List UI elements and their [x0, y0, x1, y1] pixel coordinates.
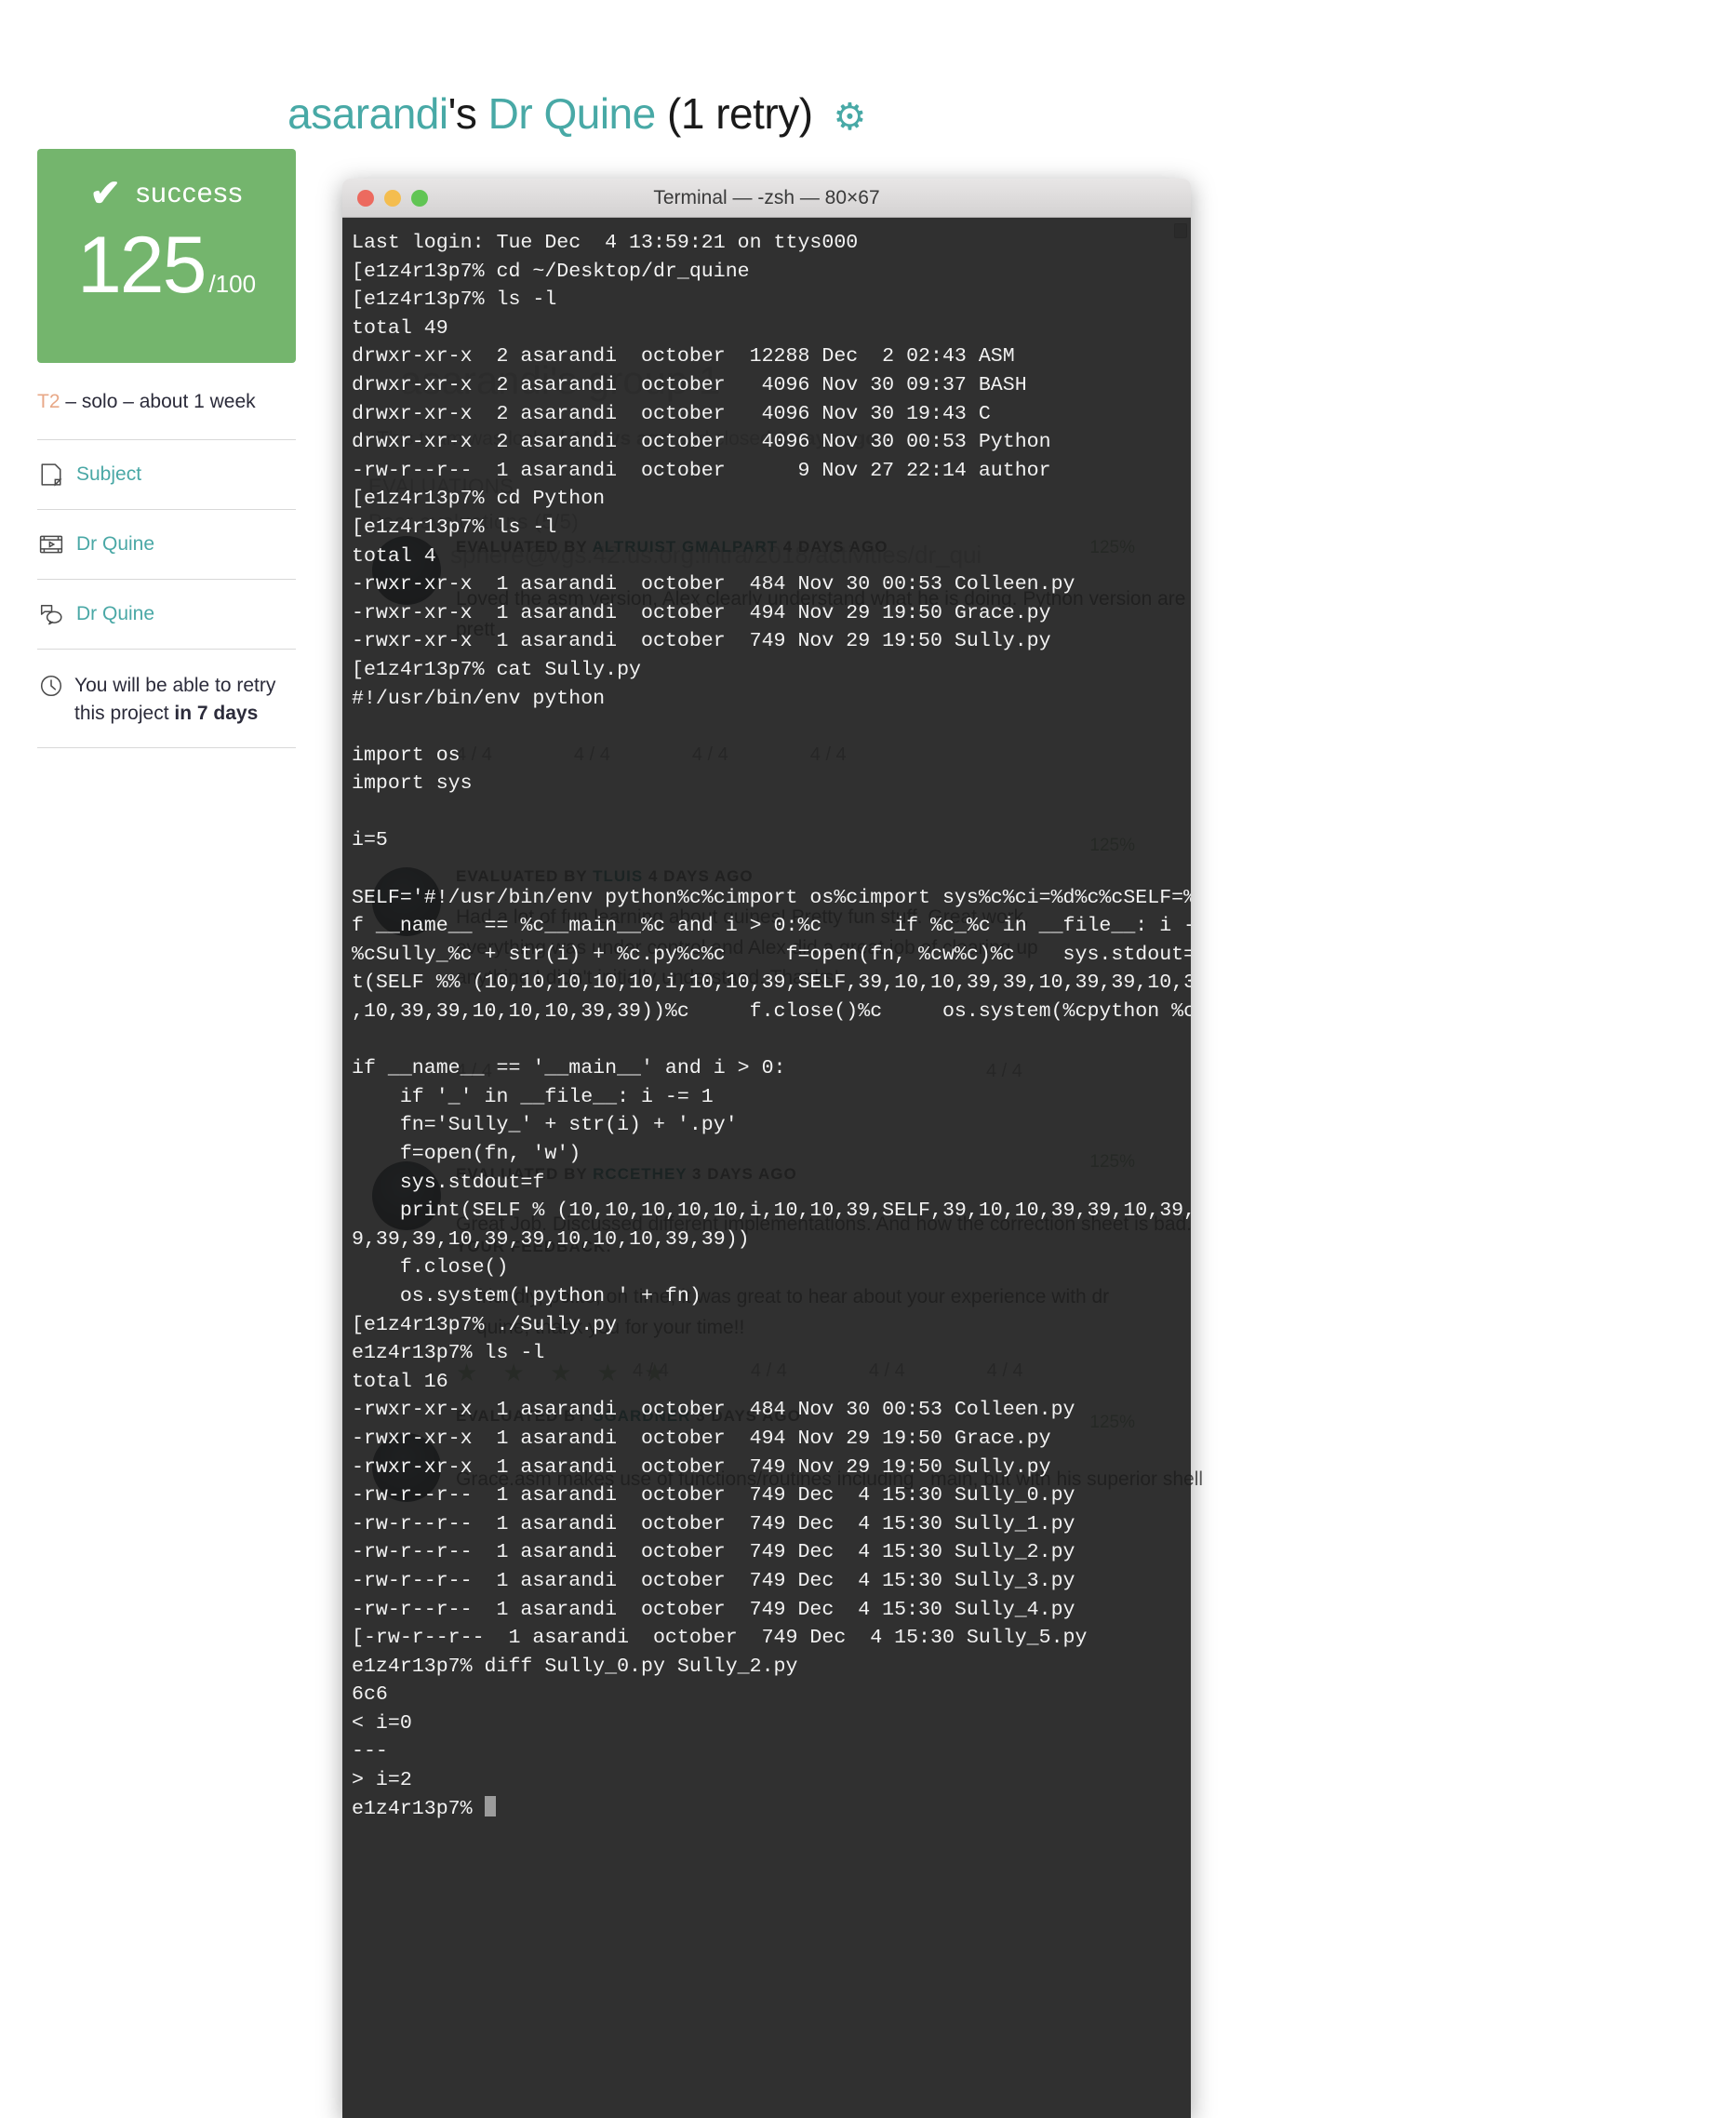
terminal-title: Terminal — -zsh — 80×67 — [653, 186, 880, 208]
sidebar-item-subject[interactable]: Subject — [37, 440, 296, 509]
document-icon — [39, 462, 63, 487]
terminal-body[interactable]: Last login: Tue Dec 4 13:59:21 on ttys00… — [342, 218, 1191, 2118]
terminal-window[interactable]: Terminal — -zsh — 80×67 Last login: Tue … — [342, 179, 1191, 2118]
terminal-cursor — [484, 1795, 496, 1816]
chat-icon — [39, 602, 63, 626]
project-name[interactable]: Dr Quine — [476, 89, 667, 138]
retry-availability-note: You will be able to retry this project i… — [37, 650, 296, 747]
sidebar-item-label: Dr Quine — [76, 533, 155, 555]
gear-icon[interactable]: ⚙ — [834, 99, 867, 136]
status-badge: ✔ success 125 /100 — [37, 149, 296, 363]
terminal-output: Last login: Tue Dec 4 13:59:21 on ttys00… — [352, 232, 1191, 1820]
sidebar-item-label: Dr Quine — [76, 603, 155, 624]
sidebar-item-dr-quine-video[interactable]: Dr Quine — [37, 510, 296, 579]
video-icon — [39, 532, 63, 556]
team-tag: T2 — [37, 391, 60, 412]
divider — [37, 746, 296, 748]
sidebar-item-dr-quine-chat[interactable]: Dr Quine — [37, 580, 296, 649]
retry-count: (1 retry) — [667, 89, 813, 138]
project-sidebar: ✔ success 125 /100 T2 – solo – about 1 w… — [37, 149, 296, 748]
score-value: 125 — [76, 221, 207, 310]
project-owner[interactable]: asarandi — [287, 89, 448, 138]
retry-note-days: in 7 days — [174, 703, 259, 725]
terminal-titlebar[interactable]: Terminal — -zsh — 80×67 — [342, 179, 1191, 218]
score-max: /100 — [208, 270, 257, 298]
clock-icon — [39, 674, 63, 698]
status-label: success — [136, 178, 244, 208]
check-icon: ✔ — [89, 173, 122, 214]
team-meta: T2 – solo – about 1 week — [37, 391, 256, 412]
page-title: asarandi's Dr Quine (1 retry) ⚙ — [287, 89, 867, 138]
sidebar-item-label: Subject — [76, 463, 142, 485]
project-page: asarandi's group 1 This team was locked … — [0, 0, 1736, 2118]
